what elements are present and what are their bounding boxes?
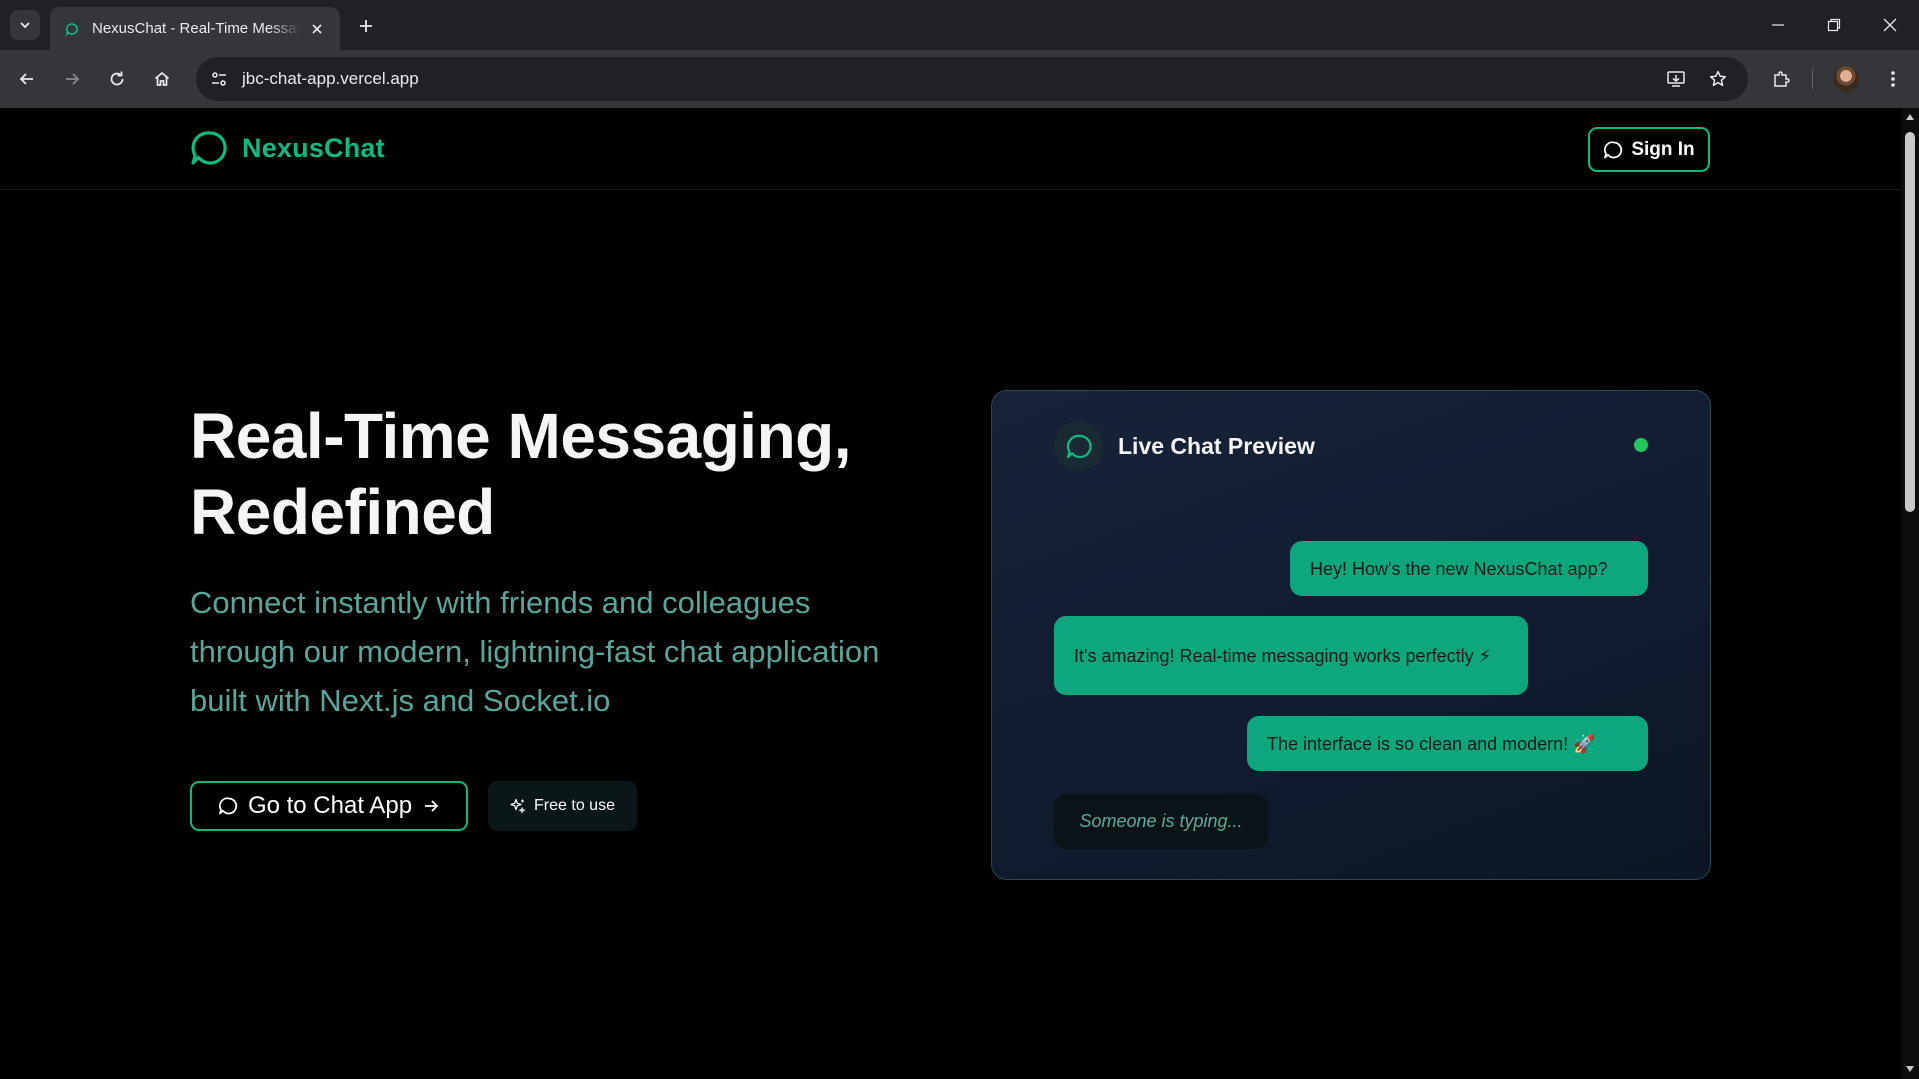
close-window-button[interactable]	[1862, 0, 1918, 50]
browser-tab-bar: NexusChat - Real-Time Messaging	[0, 0, 1919, 50]
brand-logo[interactable]: NexusChat	[190, 129, 385, 167]
hero-subtitle: Connect instantly with friends and colle…	[190, 585, 880, 718]
chat-message-text: Hey! How's the new NexusChat app?	[1310, 558, 1608, 579]
sign-in-label: Sign In	[1631, 138, 1695, 160]
restore-icon	[1827, 18, 1841, 32]
browser-tab[interactable]: NexusChat - Real-Time Messaging	[50, 7, 340, 50]
reload-icon	[110, 71, 124, 86]
brand-name: NexusChat	[242, 132, 385, 163]
tab-title: NexusChat - Real-Time Messaging	[92, 20, 300, 37]
install-icon	[1667, 71, 1685, 87]
go-to-chat-label: Go to Chat App	[247, 792, 413, 819]
page-viewport: NexusChat Sign In Real-Time Messaging, R…	[0, 108, 1901, 1079]
preview-header: Live Chat Preview	[1054, 421, 1315, 471]
browser-toolbar: jbc-chat-app.vercel.app	[0, 50, 1919, 108]
tab-favicon-chat-icon	[65, 22, 78, 37]
triangle-down-icon	[1906, 1066, 1914, 1072]
chevron-down-icon	[20, 22, 30, 29]
profile-avatar[interactable]	[1833, 66, 1859, 92]
browser-menu-button[interactable]	[1877, 63, 1909, 95]
page-scrollbar[interactable]	[1901, 108, 1919, 1079]
free-to-use-label: Free to use	[534, 797, 615, 814]
tab-close-icon[interactable]	[306, 18, 328, 40]
puzzle-icon	[1774, 71, 1790, 87]
online-status-dot	[1634, 438, 1648, 452]
reload-button[interactable]	[101, 63, 133, 95]
scroll-down-arrow[interactable]	[1905, 1064, 1915, 1074]
extensions-button[interactable]	[1765, 63, 1797, 95]
arrow-right-icon	[66, 73, 80, 85]
preview-title: Live Chat Preview	[1118, 432, 1315, 459]
chat-bubble-icon	[1066, 434, 1092, 459]
restore-button[interactable]	[1806, 0, 1862, 50]
toolbar-separator	[1812, 69, 1813, 89]
star-icon	[1709, 70, 1727, 87]
plus-icon	[360, 20, 372, 32]
arrow-right-icon	[425, 800, 439, 812]
chat-message: The interface is so clean and modern! 🚀	[1247, 716, 1648, 771]
preview-avatar	[1054, 421, 1104, 471]
chat-bubble-icon	[191, 131, 227, 165]
live-chat-preview-card: Live Chat Preview Hey! How's the new Nex…	[991, 390, 1711, 880]
triangle-up-icon	[1906, 114, 1914, 120]
chat-bubble-icon	[1604, 140, 1623, 158]
minimize-button[interactable]	[1750, 0, 1806, 50]
hero-title: Real-Time Messaging, Redefined	[190, 398, 950, 550]
minimize-icon	[1772, 24, 1784, 26]
more-vertical-icon	[1891, 71, 1895, 87]
url-text: jbc-chat-app.vercel.app	[242, 69, 419, 88]
go-to-chat-button[interactable]: Go to Chat App	[190, 781, 468, 831]
close-icon	[1883, 18, 1897, 32]
typing-indicator: Someone is typing...	[1054, 794, 1268, 849]
chat-message: It's amazing! Real-time messaging works …	[1054, 616, 1528, 695]
free-to-use-badge: Free to use	[488, 781, 637, 831]
tab-search-button[interactable]	[10, 10, 40, 40]
home-icon	[154, 71, 170, 86]
forward-button[interactable]	[56, 63, 88, 95]
install-app-button[interactable]	[1660, 63, 1692, 95]
arrow-left-icon	[19, 73, 33, 85]
sign-in-button[interactable]: Sign In	[1588, 127, 1710, 172]
bookmark-button[interactable]	[1702, 63, 1734, 95]
chat-bubble-icon	[218, 797, 238, 815]
chat-message-text: It's amazing! Real-time messaging works …	[1074, 645, 1492, 666]
back-button[interactable]	[11, 63, 43, 95]
tune-icon	[212, 72, 226, 86]
site-header: NexusChat Sign In	[0, 108, 1901, 190]
chat-message-text: The interface is so clean and modern! 🚀	[1267, 733, 1596, 754]
sparkles-icon	[510, 798, 526, 814]
chat-message: Hey! How's the new NexusChat app?	[1290, 541, 1648, 596]
hero-title-line2: Redefined	[190, 476, 495, 548]
scroll-thumb[interactable]	[1905, 132, 1915, 512]
new-tab-button[interactable]	[352, 12, 380, 40]
hero-title-line1: Real-Time Messaging,	[190, 400, 852, 472]
scroll-up-arrow[interactable]	[1905, 112, 1915, 122]
address-bar[interactable]: jbc-chat-app.vercel.app	[196, 57, 1748, 101]
home-button[interactable]	[146, 63, 178, 95]
site-info-button[interactable]	[204, 64, 234, 94]
